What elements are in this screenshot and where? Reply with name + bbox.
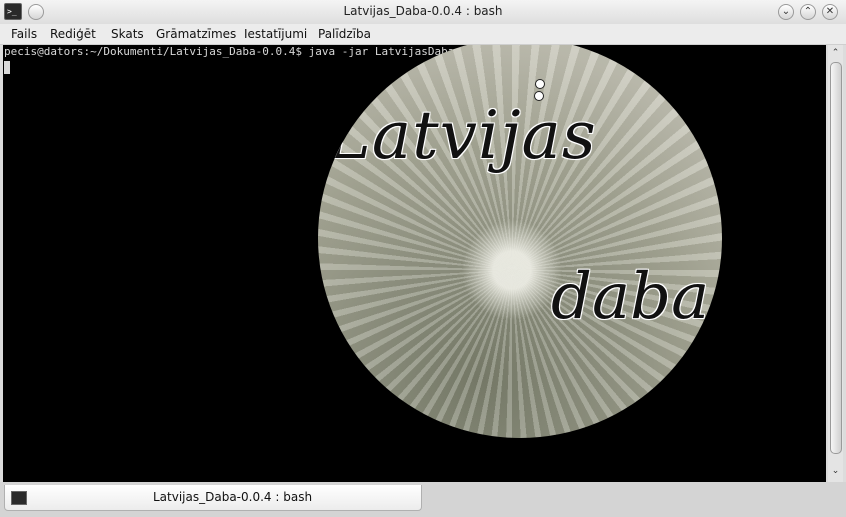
terminal-prompt-line: pecis@dators:~/Dokumenti/Latvijas_Daba-0… [4, 45, 481, 58]
minimize-button[interactable]: ⌄ [778, 4, 794, 20]
tab-session[interactable]: Latvijas_Daba-0.0.4 : bash [4, 485, 422, 511]
splash-dot [534, 91, 544, 101]
menu-palidziba[interactable]: Palīdzība [318, 27, 371, 41]
window-titlebar[interactable]: >_ Latvijas_Daba-0.0.4 : bash ⌄ ⌃ ✕ [0, 0, 846, 24]
menu-fails[interactable]: Fails [11, 27, 37, 41]
scroll-up-arrow-icon[interactable]: ⌃ [828, 47, 843, 60]
tab-bar: Latvijas_Daba-0.0.4 : bash [0, 482, 846, 517]
splash-screen: Latvijas daba [318, 45, 722, 438]
terminal-tab-icon [11, 491, 27, 505]
window-title: Latvijas_Daba-0.0.4 : bash [343, 4, 503, 18]
terminal-scrollbar[interactable]: ⌃ ⌄ [828, 45, 843, 482]
splash-title-latvijas: Latvijas [327, 97, 597, 174]
menu-bar: Fails Rediģēt Skats Grāmatzīmes Iestatīj… [0, 24, 846, 45]
menu-gramatzimes[interactable]: Grāmatzīmes [156, 27, 236, 41]
scroll-down-arrow-icon[interactable]: ⌄ [828, 465, 843, 478]
terminal-cursor [4, 61, 10, 74]
menu-rediget[interactable]: Rediģēt [50, 27, 96, 41]
tab-label: Latvijas_Daba-0.0.4 : bash [153, 490, 313, 504]
splash-title-daba: daba [551, 260, 710, 334]
terminal-output[interactable]: pecis@dators:~/Dokumenti/Latvijas_Daba-0… [3, 45, 826, 482]
scroll-thumb[interactable] [830, 62, 842, 454]
menu-iestatijumi[interactable]: Iestatījumi [244, 27, 307, 41]
close-button[interactable]: ✕ [822, 4, 838, 20]
splash-dot [535, 79, 545, 89]
menu-skats[interactable]: Skats [111, 27, 144, 41]
maximize-button[interactable]: ⌃ [800, 4, 816, 20]
